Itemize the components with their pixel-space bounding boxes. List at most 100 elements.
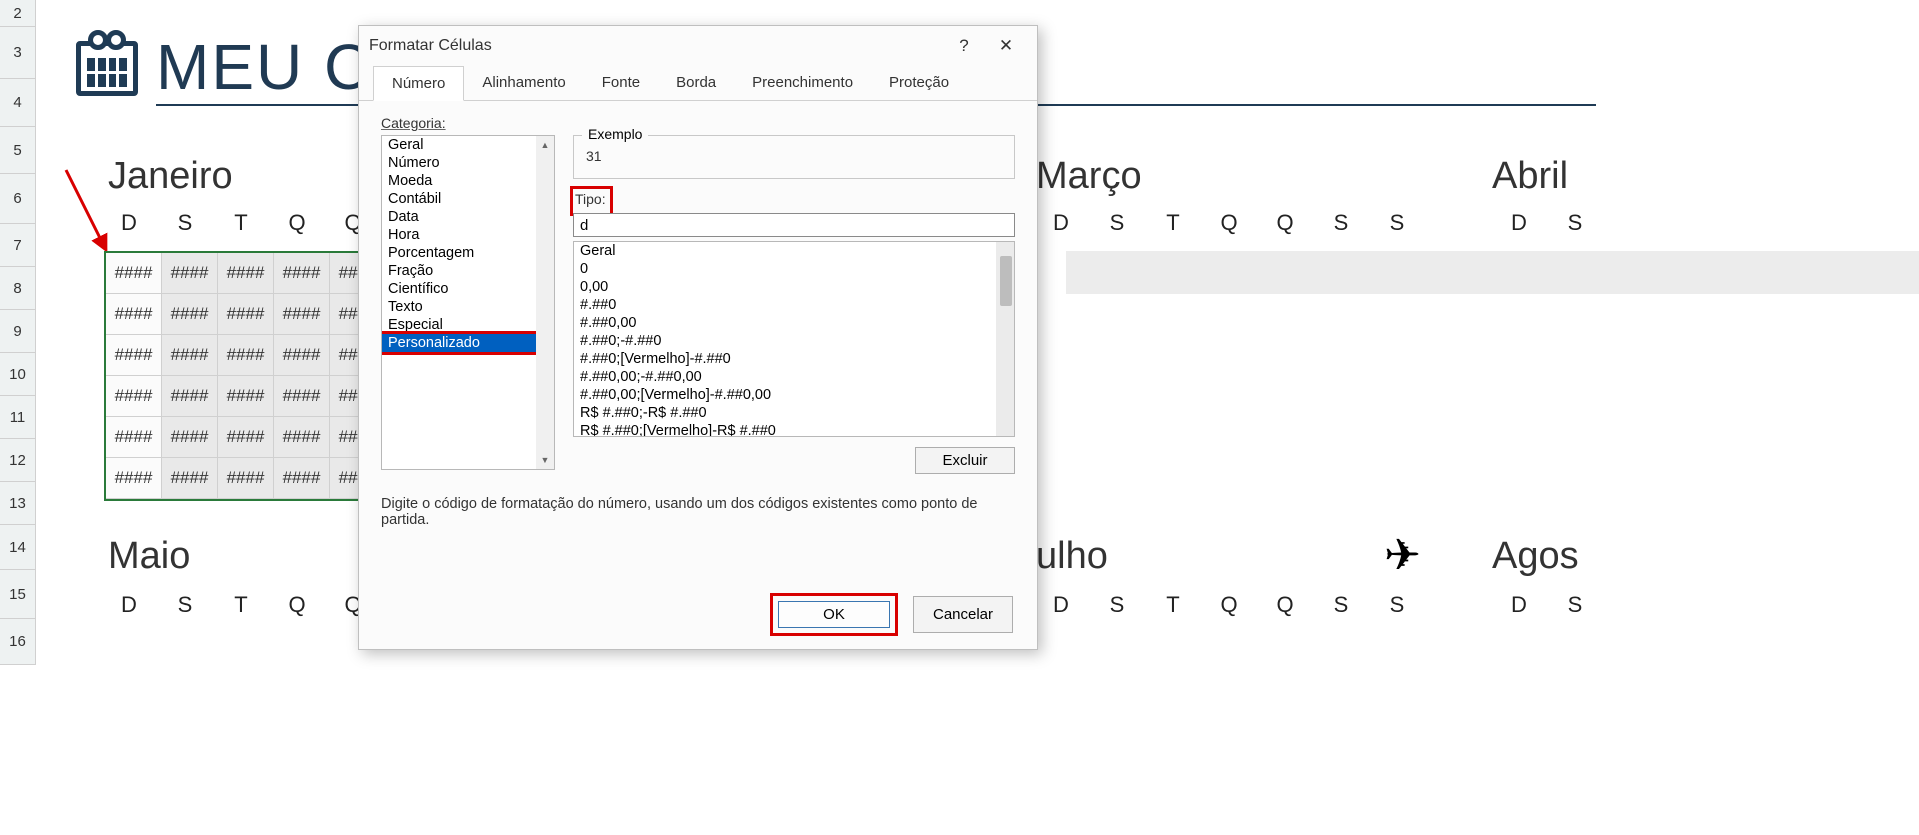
data-cell[interactable]: #### <box>162 458 218 499</box>
data-cell[interactable]: #### <box>218 458 274 499</box>
month-mai: Maio <box>108 535 190 578</box>
row-header[interactable]: 7 <box>0 224 35 267</box>
help-text: Digite o código de formatação do número,… <box>381 496 1015 528</box>
categoria-listbox[interactable]: GeralNúmeroMoedaContábilDataHoraPorcenta… <box>381 135 555 470</box>
format-item[interactable]: Geral <box>574 242 1014 260</box>
row-header[interactable]: 6 <box>0 174 35 224</box>
format-item[interactable]: 0 <box>574 260 1014 278</box>
row-header[interactable]: 5 <box>0 127 35 174</box>
days-mar: DSTQQSS <box>1048 210 1410 236</box>
scrollbar[interactable] <box>996 242 1014 436</box>
row-header[interactable]: 14 <box>0 525 35 570</box>
data-cell[interactable]: #### <box>218 417 274 458</box>
row-header[interactable]: 10 <box>0 353 35 396</box>
selected-row-background <box>1066 251 1919 294</box>
exemplo-value: 31 <box>584 144 1004 168</box>
format-item[interactable]: #.##0;[Vermelho]-#.##0 <box>574 350 1014 368</box>
categoria-item[interactable]: Data <box>382 208 554 226</box>
data-cell[interactable]: #### <box>106 253 162 294</box>
data-cell[interactable]: #### <box>106 417 162 458</box>
dialog-tabs: NúmeroAlinhamentoFonteBordaPreenchimento… <box>359 66 1037 101</box>
format-listbox[interactable]: Geral00,00#.##0#.##0,00#.##0;-#.##0#.##0… <box>573 241 1015 437</box>
row-header[interactable]: 3 <box>0 27 35 79</box>
tipo-highlight: Tipo: <box>573 189 610 213</box>
data-cell[interactable]: #### <box>106 458 162 499</box>
data-cell[interactable]: #### <box>218 253 274 294</box>
row-header[interactable]: 8 <box>0 267 35 310</box>
month-mar: Março <box>1036 155 1142 198</box>
row-header[interactable]: 4 <box>0 79 35 127</box>
data-cell[interactable]: #### <box>162 376 218 417</box>
categoria-item[interactable]: Número <box>382 154 554 172</box>
categoria-item[interactable]: Moeda <box>382 172 554 190</box>
data-cell[interactable]: #### <box>162 417 218 458</box>
categoria-item[interactable]: Personalizado <box>382 334 554 352</box>
airplane-icon: ✈ <box>1384 530 1421 581</box>
excluir-button[interactable]: Excluir <box>915 447 1015 474</box>
data-cell[interactable]: #### <box>162 253 218 294</box>
categoria-item[interactable]: Porcentagem <box>382 244 554 262</box>
format-item[interactable]: #.##0;-#.##0 <box>574 332 1014 350</box>
data-cell[interactable]: #### <box>106 335 162 376</box>
days-jan: DSTQQ <box>116 210 366 236</box>
tab-proteção[interactable]: Proteção <box>871 66 967 100</box>
categoria-item[interactable]: Hora <box>382 226 554 244</box>
categoria-item[interactable]: Científico <box>382 280 554 298</box>
data-cell[interactable]: #### <box>274 253 330 294</box>
dialog-help-button[interactable]: ? <box>943 36 985 56</box>
categoria-item[interactable]: Fração <box>382 262 554 280</box>
scrollbar[interactable]: ▲▼ <box>536 136 554 469</box>
format-item[interactable]: #.##0,00;[Vermelho]-#.##0,00 <box>574 386 1014 404</box>
row-headers: 2345678910111213141516 <box>0 0 36 665</box>
tab-preenchimento[interactable]: Preenchimento <box>734 66 871 100</box>
data-cell[interactable]: #### <box>274 417 330 458</box>
cancel-button[interactable]: Cancelar <box>913 596 1013 633</box>
ok-highlight: OK <box>773 596 895 633</box>
dialog-close-button[interactable]: ✕ <box>985 36 1027 56</box>
row-header[interactable]: 2 <box>0 0 35 27</box>
month-abr: Abril <box>1492 155 1568 198</box>
month-jul: ulho <box>1036 535 1108 578</box>
tab-alinhamento[interactable]: Alinhamento <box>464 66 583 100</box>
data-cell[interactable]: #### <box>162 294 218 335</box>
dialog-titlebar: Formatar Células ? ✕ <box>359 26 1037 66</box>
format-item[interactable]: #.##0,00 <box>574 314 1014 332</box>
tab-borda[interactable]: Borda <box>658 66 734 100</box>
tab-número[interactable]: Número <box>373 66 464 101</box>
data-cell[interactable]: #### <box>106 294 162 335</box>
format-item[interactable]: R$ #.##0;[Vermelho]-R$ #.##0 <box>574 422 1014 437</box>
ok-button[interactable]: OK <box>778 601 890 628</box>
categoria-item[interactable]: Especial <box>382 316 554 334</box>
format-item[interactable]: 0,00 <box>574 278 1014 296</box>
days-mai: DSTQQ <box>116 592 366 618</box>
data-cell[interactable]: #### <box>106 376 162 417</box>
data-cell[interactable]: #### <box>218 294 274 335</box>
data-cell[interactable]: #### <box>162 335 218 376</box>
month-jan: Janeiro <box>108 155 233 198</box>
data-cell[interactable]: #### <box>274 376 330 417</box>
categoria-item[interactable]: Geral <box>382 136 554 154</box>
data-cell[interactable]: #### <box>274 294 330 335</box>
data-cell[interactable]: #### <box>274 335 330 376</box>
month-ago: Agos <box>1492 535 1579 578</box>
categoria-item[interactable]: Contábil <box>382 190 554 208</box>
categoria-label: Categoria: <box>381 115 1015 131</box>
row-header[interactable]: 15 <box>0 570 35 619</box>
row-header[interactable]: 12 <box>0 439 35 482</box>
data-cell[interactable]: #### <box>218 335 274 376</box>
row-header[interactable]: 11 <box>0 396 35 439</box>
data-cell[interactable]: #### <box>274 458 330 499</box>
row-header[interactable]: 13 <box>0 482 35 525</box>
data-cell[interactable]: #### <box>218 376 274 417</box>
format-item[interactable]: #.##0,00;-#.##0,00 <box>574 368 1014 386</box>
days-abr: DS <box>1506 210 1588 236</box>
tab-fonte[interactable]: Fonte <box>584 66 658 100</box>
days-ago: DS <box>1506 592 1588 618</box>
format-item[interactable]: #.##0 <box>574 296 1014 314</box>
format-item[interactable]: R$ #.##0;-R$ #.##0 <box>574 404 1014 422</box>
categoria-item[interactable]: Texto <box>382 298 554 316</box>
jan-data-grid[interactable]: ########################################… <box>104 251 388 501</box>
row-header[interactable]: 9 <box>0 310 35 353</box>
row-header[interactable]: 16 <box>0 619 35 665</box>
tipo-input[interactable] <box>573 213 1015 237</box>
